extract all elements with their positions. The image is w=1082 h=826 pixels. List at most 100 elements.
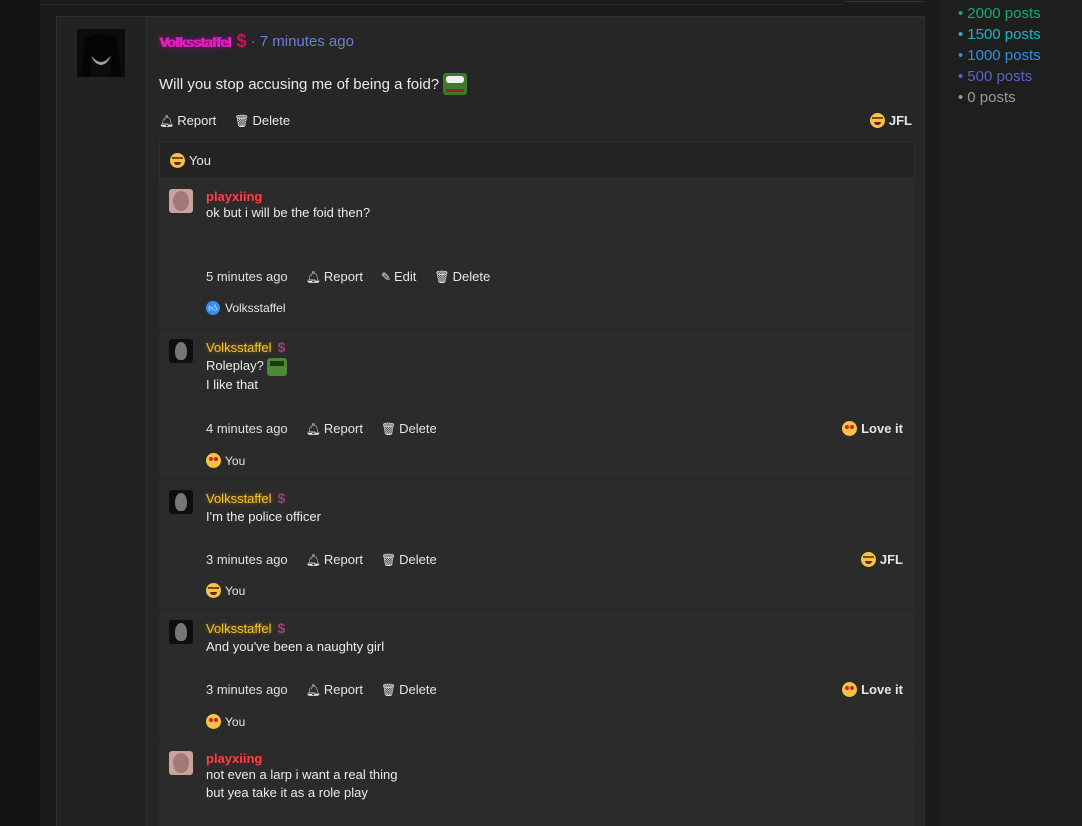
reply-header: Volksstaffel $ bbox=[206, 490, 905, 508]
reply-text: not even a larp i want a real thing bbox=[206, 767, 398, 782]
reply-item: Volksstaffel $ I'm the police officer 3 m… bbox=[159, 480, 915, 610]
reply-item: Volksstaffel $ Roleplay? I like that 4 mi… bbox=[159, 329, 915, 480]
reply-text: And you've been a naughty girl bbox=[206, 639, 385, 654]
reply-header: Volksstaffel $ bbox=[206, 339, 905, 357]
reply-item: Volksstaffel $ And you've been a naughty … bbox=[159, 610, 915, 741]
bell-icon: 🔔︎ bbox=[305, 552, 321, 567]
reaction-button[interactable]: JFL bbox=[869, 113, 912, 128]
reply-text: ok but i will be the foid then? bbox=[206, 205, 371, 220]
reply-username[interactable]: Volksstaffel bbox=[206, 340, 272, 355]
avatar[interactable] bbox=[169, 189, 193, 213]
bell-icon: 🔔︎ bbox=[159, 113, 175, 128]
post-header: Volksstaffel $ · 7 minutes ago bbox=[159, 31, 354, 52]
laughing-emoji-icon bbox=[170, 152, 185, 168]
reply-text: I'm the police officer bbox=[206, 509, 321, 524]
post-time[interactable]: · 7 minutes ago bbox=[251, 33, 354, 50]
avatar[interactable] bbox=[169, 339, 193, 363]
reply-actions: 4 minutes ago 🔔︎ Report 🗑︎ Delete bbox=[206, 421, 455, 436]
dollar-icon: $ bbox=[236, 31, 247, 51]
reaction-button[interactable]: Love it bbox=[842, 682, 903, 697]
heart-eyes-emoji-icon bbox=[206, 714, 221, 729]
rank-item-1500[interactable]: • 1500 posts bbox=[958, 24, 1041, 45]
report-button[interactable]: 🔔︎ Report bbox=[306, 552, 363, 567]
bell-icon: 🔔︎ bbox=[305, 269, 321, 284]
trash-icon: 🗑︎ bbox=[380, 421, 397, 436]
trash-icon: 🗑︎ bbox=[434, 269, 450, 284]
post-body: Will you stop accusing me of being a foi… bbox=[159, 73, 468, 95]
reactors-line: You bbox=[206, 714, 245, 729]
pepe-emoji-icon bbox=[443, 73, 468, 95]
dollar-icon: $ bbox=[277, 339, 286, 355]
dollar-icon: $ bbox=[277, 490, 286, 506]
reply-actions: 5 minutes ago 🔔︎ Report ✎ Edit 🗑︎ Delete bbox=[206, 269, 508, 284]
heart-eyes-emoji-icon bbox=[842, 421, 858, 436]
pencil-icon: ✎ bbox=[380, 269, 391, 284]
laughing-emoji-icon bbox=[869, 113, 885, 128]
top-divider bbox=[40, 0, 845, 5]
avatar[interactable] bbox=[169, 620, 193, 644]
report-button[interactable]: 🔔︎ Report bbox=[159, 113, 216, 128]
edit-button[interactable]: ✎ Edit bbox=[381, 269, 416, 284]
rank-item-2000[interactable]: • 2000 posts bbox=[958, 3, 1041, 24]
post-author-column bbox=[57, 17, 147, 826]
trash-icon: 🗑︎ bbox=[234, 113, 250, 128]
post-main: Volksstaffel $ · 7 minutes ago Will you … bbox=[147, 17, 924, 826]
rank-list: • 2000 posts • 1500 posts • 1000 posts • 500… bbox=[958, 3, 1041, 108]
laughing-emoji-icon bbox=[206, 583, 221, 598]
reply-text-line: I like that bbox=[206, 376, 259, 392]
top-divider-right bbox=[845, 0, 925, 2]
reply-username[interactable]: playxiing bbox=[206, 189, 905, 204]
post-username[interactable]: Volksstaffel bbox=[159, 34, 231, 50]
reply-username[interactable]: Volksstaffel bbox=[206, 621, 272, 636]
reply-item: playxiing not even a larp i want a real … bbox=[159, 741, 915, 826]
reply-item: playxiing ok but i will be the foid then… bbox=[159, 179, 915, 329]
rank-item-0[interactable]: • 0 posts bbox=[958, 87, 1041, 108]
heart-eyes-emoji-icon bbox=[206, 453, 221, 468]
reply-time[interactable]: 4 minutes ago bbox=[206, 421, 288, 436]
reaction-button[interactable]: Love it bbox=[842, 421, 903, 436]
dollar-icon: $ bbox=[277, 620, 286, 636]
reply-time[interactable]: 5 minutes ago bbox=[206, 269, 288, 284]
trash-icon: 🗑︎ bbox=[380, 682, 397, 697]
avatar[interactable] bbox=[169, 490, 193, 514]
delete-button[interactable]: 🗑︎ Delete bbox=[234, 113, 290, 128]
report-button[interactable]: 🔔︎ Report bbox=[306, 421, 363, 436]
laughing-emoji-icon bbox=[860, 552, 876, 567]
reactors-line: You bbox=[206, 453, 245, 468]
trash-icon: 🗑︎ bbox=[380, 552, 397, 567]
replies-list: playxiing ok but i will be the foid then… bbox=[159, 179, 915, 826]
reply-text-line: but yea take it as a role play bbox=[206, 785, 368, 800]
reactors-line: You bbox=[206, 583, 245, 598]
reactors-line: 👍︎ Volksstaffel bbox=[206, 301, 285, 315]
thumbs-up-icon: 👍︎ bbox=[206, 301, 220, 315]
rank-item-1000[interactable]: • 1000 posts bbox=[958, 45, 1041, 66]
delete-button[interactable]: 🗑︎ Delete bbox=[381, 421, 437, 436]
reply-text: Roleplay? bbox=[206, 357, 905, 376]
reply-time[interactable]: 3 minutes ago bbox=[206, 682, 288, 697]
bell-icon: 🔔︎ bbox=[305, 682, 321, 697]
post-actions: 🔔︎ Report 🗑︎ Delete bbox=[159, 113, 308, 128]
rank-item-500[interactable]: • 500 posts bbox=[958, 66, 1041, 87]
avatar[interactable] bbox=[77, 29, 125, 77]
reply-header: Volksstaffel $ bbox=[206, 620, 905, 638]
post-container: Volksstaffel $ · 7 minutes ago Will you … bbox=[56, 16, 925, 826]
post-text: Will you stop accusing me of being a foi… bbox=[159, 75, 440, 93]
reply-time[interactable]: 3 minutes ago bbox=[206, 552, 288, 567]
report-button[interactable]: 🔔︎ Report bbox=[306, 269, 363, 284]
delete-button[interactable]: 🗑︎ Delete bbox=[434, 269, 490, 284]
avatar[interactable] bbox=[169, 751, 193, 775]
report-button[interactable]: 🔔︎ Report bbox=[306, 682, 363, 697]
heart-eyes-emoji-icon bbox=[842, 682, 858, 697]
reply-actions: 3 minutes ago 🔔︎ Report 🗑︎ Delete bbox=[206, 682, 455, 697]
reaction-button[interactable]: JFL bbox=[860, 552, 903, 567]
reactors-line: You bbox=[159, 141, 915, 179]
left-gutter bbox=[0, 0, 40, 826]
reply-actions: 3 minutes ago 🔔︎ Report 🗑︎ Delete bbox=[206, 552, 455, 567]
pepe-emoji-icon bbox=[266, 357, 287, 376]
reply-username[interactable]: playxiing bbox=[206, 751, 905, 766]
right-sidebar bbox=[940, 0, 1082, 826]
bell-icon: 🔔︎ bbox=[305, 421, 321, 436]
delete-button[interactable]: 🗑︎ Delete bbox=[381, 682, 437, 697]
delete-button[interactable]: 🗑︎ Delete bbox=[381, 552, 437, 567]
reply-username[interactable]: Volksstaffel bbox=[206, 491, 272, 506]
